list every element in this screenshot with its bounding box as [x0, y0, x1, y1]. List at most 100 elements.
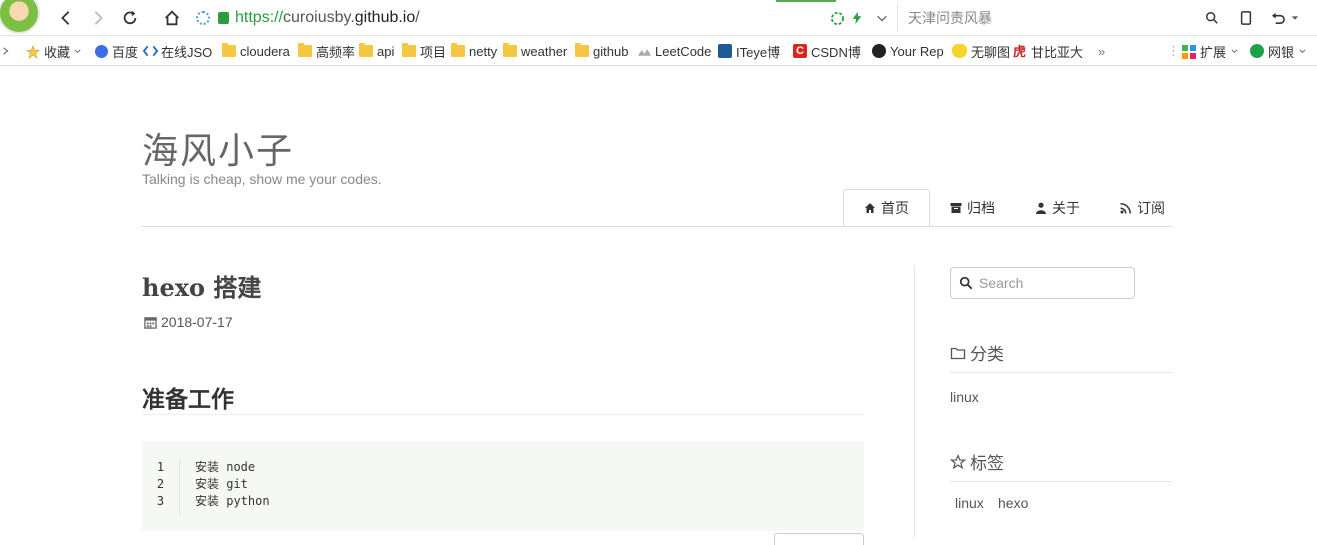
nav-subscribe-label: 订阅 — [1137, 200, 1165, 216]
folder-icon — [402, 43, 416, 57]
sidebar-search[interactable] — [950, 267, 1135, 299]
browser-search-field[interactable]: 天津问责风暴 — [897, 5, 1227, 31]
bookmark-your-repo[interactable]: Your Rep — [872, 42, 944, 60]
search-input[interactable] — [979, 275, 1129, 291]
undo-dropdown-icon[interactable] — [1289, 7, 1301, 29]
folder-icon — [575, 43, 589, 57]
back-icon[interactable] — [54, 6, 78, 30]
nav-home-label: 首页 — [881, 200, 909, 216]
face-icon — [952, 44, 967, 58]
tag-link[interactable]: linux — [955, 495, 984, 511]
forward-icon[interactable] — [86, 6, 110, 30]
url-host: github.io — [354, 9, 416, 26]
bookmark-baidu[interactable]: 百度 — [95, 42, 138, 60]
code-line: 安装 python — [195, 494, 270, 508]
avatar[interactable] — [0, 0, 40, 34]
main-nav: 首页 归档 关于 订阅 — [843, 189, 1185, 227]
bookmark-json[interactable]: 在线JSO — [142, 42, 212, 60]
bookmark-cloudera[interactable]: cloudera — [222, 42, 290, 60]
address-bar[interactable]: https:// curoiusby. github.io / — [196, 5, 896, 31]
post-title[interactable]: hexo 搭建 — [142, 268, 261, 303]
nav-about-label: 关于 — [1052, 200, 1080, 216]
categories-heading-text: 分类 — [970, 345, 1004, 364]
home-icon[interactable] — [160, 6, 184, 30]
chevron-down-icon[interactable] — [871, 7, 893, 29]
bookmark-github[interactable]: github — [575, 42, 628, 60]
nav-archive-label: 归档 — [967, 200, 995, 216]
nav-home[interactable]: 首页 — [843, 189, 930, 227]
code-copy-button[interactable] — [774, 533, 864, 545]
bookmarks-expand-icon[interactable] — [2, 42, 10, 60]
reload-icon[interactable] — [118, 6, 142, 30]
search-icon[interactable] — [1201, 7, 1223, 29]
nav-archive[interactable]: 归档 — [930, 189, 1015, 227]
categories-heading: 分类 — [950, 340, 1004, 365]
line-number: 1 — [156, 460, 165, 474]
site-title[interactable]: 海风小子 — [142, 122, 294, 174]
bank-icon — [1250, 44, 1264, 58]
tags-heading-text: 标签 — [970, 454, 1004, 473]
json-icon — [142, 45, 159, 57]
folder-icon — [222, 43, 236, 57]
code-lines: 安装 node 安装 git 安装 python — [195, 459, 270, 510]
category-link[interactable]: linux — [950, 389, 979, 405]
line-number: 2 — [156, 477, 165, 491]
code-line: 安装 git — [195, 477, 248, 491]
bookmark-weather[interactable]: weather — [503, 42, 567, 60]
user-icon — [1036, 202, 1046, 214]
security-shield-icon[interactable] — [826, 7, 848, 29]
folder-icon — [950, 347, 966, 359]
undo-icon[interactable] — [1267, 7, 1289, 29]
bookmark-high-freq[interactable]: 高频率 — [298, 42, 355, 60]
bookmarks-separator: ⋮ — [1167, 43, 1180, 58]
lightning-icon[interactable] — [846, 7, 868, 29]
folder-icon — [359, 43, 373, 57]
more-icon: » — [1098, 43, 1106, 59]
folder-icon — [503, 43, 517, 57]
bookmark-csdn[interactable]: C CSDN博 — [793, 42, 861, 60]
mobile-icon[interactable] — [1235, 7, 1257, 29]
bookmark-projects[interactable]: 项目 — [402, 42, 446, 60]
browser-toolbar: https:// curoiusby. github.io / 天津问责风暴 — [0, 0, 1317, 36]
bookmark-leetcode[interactable]: LeetCode — [637, 42, 711, 60]
section-heading: 准备工作 — [142, 386, 234, 412]
iteye-icon — [718, 44, 732, 58]
bookmark-iteye[interactable]: ITeye博 — [718, 42, 780, 60]
bookmark-api[interactable]: api — [359, 42, 394, 60]
bookmark-boring-pics[interactable]: 无聊图 — [952, 42, 1010, 60]
folder-icon — [298, 43, 312, 57]
bookmark-favorites[interactable]: 收藏 — [26, 42, 82, 60]
github-icon — [872, 44, 886, 58]
csdn-icon: C — [793, 44, 807, 58]
bookmark-extensions[interactable]: 扩展 — [1182, 42, 1239, 60]
bookmark-netty[interactable]: netty — [451, 42, 497, 60]
baidu-icon — [95, 44, 108, 58]
browser-search-text: 天津问责风暴 — [908, 10, 992, 26]
page-loading-icon — [196, 11, 210, 25]
code-line: 安装 node — [195, 460, 256, 474]
bookmark-ebank[interactable]: 网银 — [1250, 42, 1307, 60]
bookmarks-more[interactable]: » — [1098, 42, 1105, 60]
url-path: / — [415, 9, 420, 26]
extensions-icon — [1182, 45, 1196, 59]
folder-icon — [451, 43, 465, 57]
bookmark-gambia[interactable]: 虎 甘比亚大 — [1013, 42, 1083, 60]
code-line-numbers: 1 2 3 — [142, 459, 180, 515]
rss-icon — [1120, 203, 1131, 214]
tag-link[interactable]: hexo — [998, 495, 1028, 511]
post-date: 2018-07-17 — [144, 314, 233, 330]
categories-divider — [950, 372, 1172, 373]
archive-icon — [950, 203, 962, 213]
star-outline-icon — [950, 453, 966, 469]
nav-subscribe[interactable]: 订阅 — [1100, 189, 1185, 227]
nav-about[interactable]: 关于 — [1015, 189, 1100, 227]
calendar-icon — [144, 316, 157, 329]
home-icon — [865, 203, 875, 213]
url-scheme: https:// — [235, 9, 284, 26]
tags-divider — [950, 481, 1172, 482]
code-block: 1 2 3 安装 node 安装 git 安装 python — [142, 441, 864, 531]
search-icon — [959, 276, 973, 290]
post-date-text: 2018-07-17 — [161, 314, 233, 330]
star-icon — [26, 45, 40, 59]
section-divider — [142, 414, 864, 415]
